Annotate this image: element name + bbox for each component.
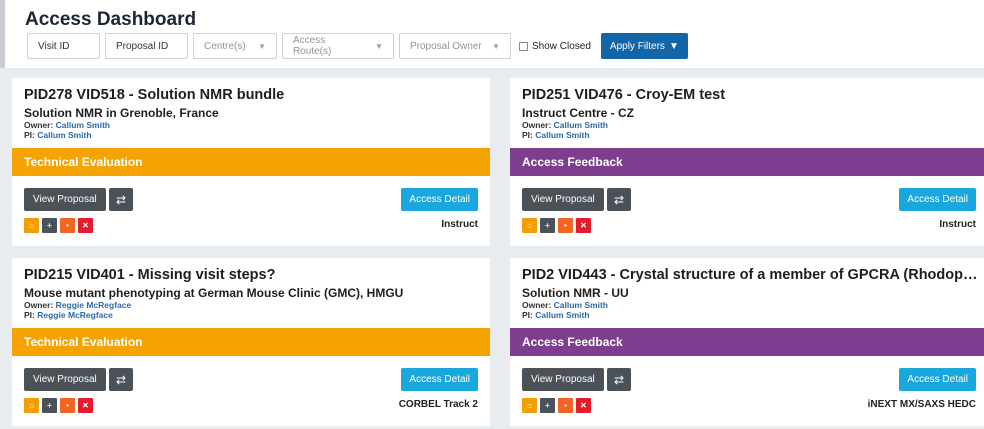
proposal-id-input[interactable]: Proposal ID [105,33,188,59]
access-detail-button[interactable]: Access Detail [899,188,976,211]
page-title: Access Dashboard [25,9,197,30]
action-icons: ⌂ + • ✕ [24,218,96,233]
filter-bar: Access Dashboard Visit ID Proposal ID Ce… [0,0,984,68]
view-proposal-button[interactable]: View Proposal [522,368,604,391]
action-icons: ⌂ + • ✕ [522,398,594,413]
card-title: PID215 VID401 - Missing visit steps? [24,267,276,283]
action-icons: ⌂ + • ✕ [24,398,96,413]
apply-filters-button[interactable]: Apply Filters ▼ [600,33,688,59]
pi-link[interactable]: Callum Smith [535,130,589,140]
access-route-tag: Instruct [939,219,976,230]
view-proposal-button[interactable]: View Proposal [24,368,106,391]
access-detail-button[interactable]: Access Detail [401,188,478,211]
visit-card: PID251 VID476 - Croy-EM test Instruct Ce… [510,78,984,246]
chevron-down-icon: ▼ [375,41,383,51]
access-route-tag: Instruct [441,219,478,230]
access-route-tag: iNEXT MX/SAXS HEDC [867,399,976,410]
pi-label: PI: [522,310,533,320]
owner-label: Owner: [522,120,552,130]
card-subtitle: Solution NMR in Grenoble, France [24,106,219,120]
owner-label: Owner: [522,300,552,310]
filters-row: Visit ID Proposal ID Centre(s) ▼ Access … [27,33,688,59]
home-icon[interactable]: ⌂ [522,218,537,233]
visit-id-input[interactable]: Visit ID [27,33,100,59]
pi-label: PI: [24,310,35,320]
status-banner: Access Feedback [510,328,984,356]
filter-icon: ▼ [668,40,679,52]
owner-link[interactable]: Reggie McRegface [56,300,132,310]
close-icon[interactable]: ✕ [78,398,93,413]
owner-label: Owner: [24,300,54,310]
add-user-icon[interactable]: + [42,398,57,413]
card-subtitle: Solution NMR - UU [522,286,629,300]
card-owner: Owner: Reggie McRegface [24,300,131,310]
pi-label: PI: [522,130,533,140]
access-route-tag: CORBEL Track 2 [398,399,478,410]
card-owner: Owner: Callum Smith [522,300,608,310]
view-proposal-button[interactable]: View Proposal [522,188,604,211]
swap-icon[interactable]: ⇄ [607,188,631,211]
comment-icon[interactable]: • [558,218,573,233]
home-icon[interactable]: ⌂ [24,218,39,233]
owner-link[interactable]: Callum Smith [554,300,608,310]
card-subtitle: Mouse mutant phenotyping at German Mouse… [24,286,404,300]
card-owner: Owner: Callum Smith [24,120,110,130]
show-closed-toggle[interactable]: Show Closed [519,41,591,52]
access-detail-button[interactable]: Access Detail [899,368,976,391]
card-subtitle: Instruct Centre - CZ [522,106,635,120]
add-user-icon[interactable]: + [42,218,57,233]
visit-card: PID278 VID518 - Solution NMR bundle Solu… [12,78,490,246]
close-icon[interactable]: ✕ [576,218,591,233]
visit-card: PID215 VID401 - Missing visit steps? Mou… [12,258,490,426]
comment-icon[interactable]: • [558,398,573,413]
card-title: PID251 VID476 - Croy-EM test [522,87,726,103]
centres-select[interactable]: Centre(s) ▼ [193,33,277,59]
swap-icon[interactable]: ⇄ [607,368,631,391]
card-pi: PI: Reggie McRegface [24,310,113,320]
access-route-select[interactable]: Access Route(s) ▼ [282,33,394,59]
proposal-owner-placeholder: Proposal Owner [410,40,482,52]
close-icon[interactable]: ✕ [78,218,93,233]
card-title: PID278 VID518 - Solution NMR bundle [24,87,285,103]
swap-icon[interactable]: ⇄ [109,368,133,391]
pi-label: PI: [24,130,35,140]
pi-link[interactable]: Callum Smith [535,310,589,320]
action-icons: ⌂ + • ✕ [522,218,594,233]
show-closed-checkbox[interactable] [519,41,528,51]
pi-link[interactable]: Reggie McRegface [37,310,113,320]
chevron-down-icon: ▼ [258,41,266,51]
status-banner: Technical Evaluation [12,148,490,176]
swap-icon[interactable]: ⇄ [109,188,133,211]
card-pi: PI: Callum Smith [24,130,92,140]
visit-card: PID2 VID443 - Crystal structure of a mem… [510,258,984,426]
pi-link[interactable]: Callum Smith [37,130,91,140]
status-banner: Technical Evaluation [12,328,490,356]
show-closed-label: Show Closed [532,40,591,52]
home-icon[interactable]: ⌂ [522,398,537,413]
apply-filters-label: Apply Filters [609,40,665,52]
centres-placeholder: Centre(s) [204,40,246,52]
comment-icon[interactable]: • [60,218,75,233]
status-banner: Access Feedback [510,148,984,176]
add-user-icon[interactable]: + [540,218,555,233]
owner-link[interactable]: Callum Smith [56,120,110,130]
proposal-owner-select[interactable]: Proposal Owner ▼ [399,33,511,59]
home-icon[interactable]: ⌂ [24,398,39,413]
comment-icon[interactable]: • [60,398,75,413]
chevron-down-icon: ▼ [492,41,500,51]
close-icon[interactable]: ✕ [576,398,591,413]
add-user-icon[interactable]: + [540,398,555,413]
card-pi: PI: Callum Smith [522,310,590,320]
access-route-placeholder: Access Route(s) [293,35,332,57]
card-pi: PI: Callum Smith [522,130,590,140]
owner-label: Owner: [24,120,54,130]
owner-link[interactable]: Callum Smith [554,120,608,130]
access-detail-button[interactable]: Access Detail [401,368,478,391]
view-proposal-button[interactable]: View Proposal [24,188,106,211]
card-owner: Owner: Callum Smith [522,120,608,130]
card-title: PID2 VID443 - Crystal structure of a mem… [522,267,984,283]
